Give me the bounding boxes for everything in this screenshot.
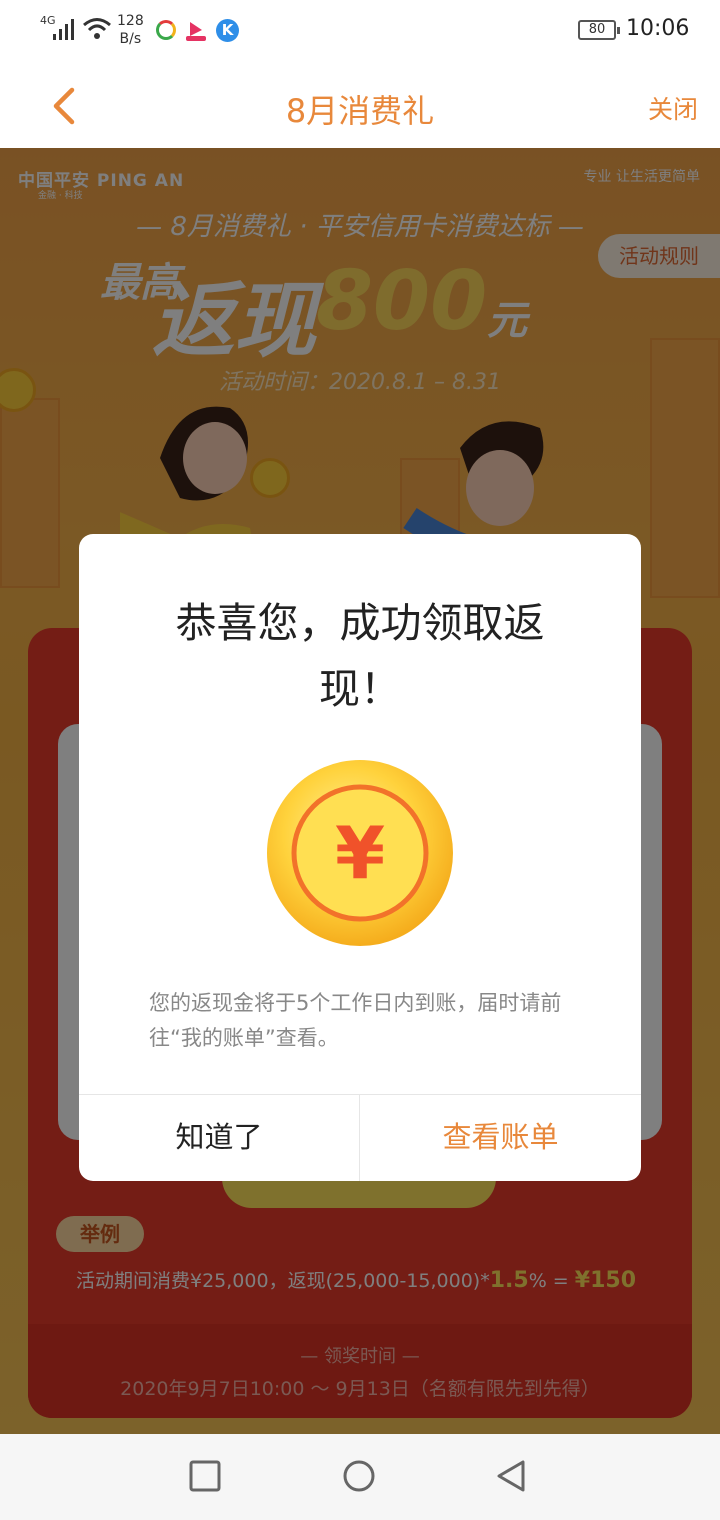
status-bar: 4G 128 B/s K 80 10:06 [0, 0, 720, 64]
ok-button[interactable]: 知道了 [79, 1095, 359, 1181]
battery-icon: 80 [578, 20, 620, 40]
k-app-icon: K [216, 19, 239, 42]
coin-icon: ¥ [267, 760, 453, 946]
network-speed: 128 B/s [117, 12, 144, 48]
dialog-message: 您的返现金将于5个工作日内到账，届时请前往“我的账单”查看。 [149, 991, 562, 1050]
speed-value: 128 [117, 13, 144, 29]
home-icon[interactable] [342, 1459, 376, 1493]
close-button[interactable]: 关闭 [648, 90, 698, 126]
navigation-bar: 8月消费礼 关闭 [0, 64, 720, 148]
coin-symbol: ¥ [335, 811, 385, 895]
system-navigation-bar [0, 1434, 720, 1520]
clock: 10:06 [626, 16, 690, 41]
signal-icon [53, 19, 74, 40]
page-title: 8月消费礼 [285, 92, 435, 130]
wifi-icon [83, 18, 111, 39]
success-dialog: 恭喜您，成功领取返现！ ¥ 您的返现金将于5个工作日内到账，届时请前往“我的账单… [79, 534, 641, 1181]
back-triangle-icon[interactable] [494, 1459, 528, 1493]
app-notification-icon [156, 20, 176, 40]
recent-apps-icon[interactable] [188, 1459, 222, 1493]
view-bill-button[interactable]: 查看账单 [360, 1095, 641, 1181]
dialog-title: 恭喜您，成功领取返现！ [175, 599, 545, 713]
speed-unit: B/s [119, 31, 142, 47]
video-app-icon [186, 22, 206, 41]
